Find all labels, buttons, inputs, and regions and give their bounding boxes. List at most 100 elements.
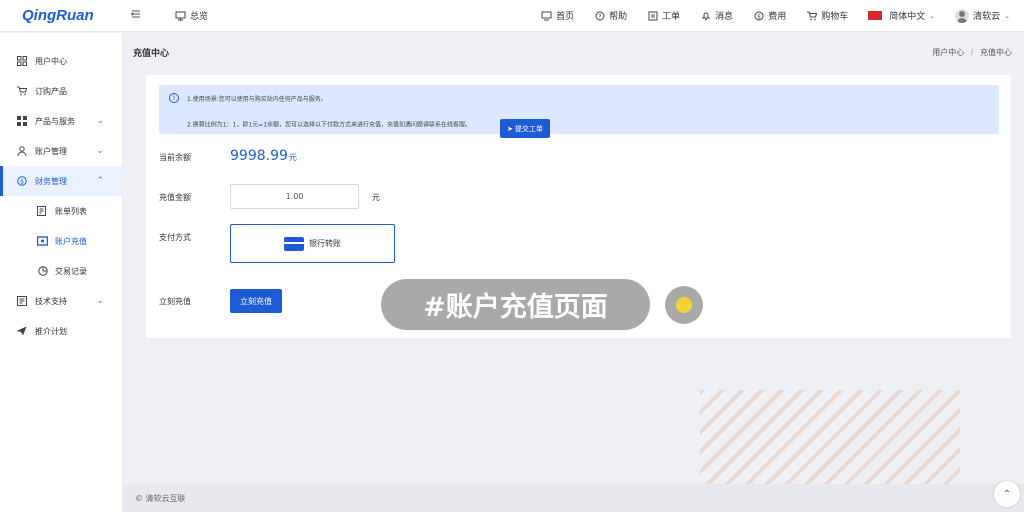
ticket-icon	[647, 10, 658, 21]
sidebar-item-label: 账户充值	[55, 236, 87, 246]
send-icon	[16, 326, 27, 337]
apps-icon	[16, 116, 27, 127]
nav-fees[interactable]: $ 费用	[753, 9, 786, 22]
grid-icon	[16, 56, 27, 67]
chevron-down-icon: ⌄	[96, 116, 104, 126]
svg-text:$: $	[757, 13, 761, 20]
overview-label: 总览	[190, 12, 209, 22]
overview-link[interactable]: 总览	[175, 9, 208, 22]
payment-method-label: 支付方式	[159, 233, 191, 242]
china-flag-icon	[868, 11, 883, 20]
sidebar-item-finance-management[interactable]: $ 财务管理 ⌃	[0, 166, 122, 196]
nav-cart[interactable]: 购物车	[806, 9, 848, 22]
payment-option-label: 银行转账	[309, 239, 341, 248]
bank-card-icon	[284, 236, 304, 251]
currency-icon: $	[16, 176, 27, 187]
cart-icon	[16, 86, 27, 97]
info-notice: i 1.使用场景:您可以使用与购买站内任何产品与服务。 2.换算比例为1：1，即…	[159, 85, 999, 138]
document-icon	[16, 296, 27, 307]
overlay-caption: #账户充值页面	[381, 279, 650, 330]
record-indicator	[665, 286, 703, 324]
breadcrumb-current: 充值中心	[980, 47, 1012, 57]
bill-icon	[37, 206, 48, 217]
bell-icon	[700, 10, 711, 21]
amount-label: 充值金额	[159, 193, 191, 202]
sidebar-item-products-services[interactable]: 产品与服务 ⌄	[0, 106, 122, 136]
sidebar-item-bill-list[interactable]: 账单列表	[0, 196, 122, 226]
avatar	[955, 8, 970, 23]
wallet-icon	[37, 236, 48, 247]
pie-chart-icon	[37, 266, 48, 277]
top-bar: QingRuan 总览 首页 ? 帮助 工单 消息 $ 费用 购物车 简体中文 …	[0, 0, 1024, 32]
breadcrumb: 用户中心 / 充值中心	[932, 47, 1012, 58]
currency-icon: $	[753, 10, 764, 21]
nav-home-label: 首页	[556, 12, 575, 22]
sidebar-item-label: 推介计划	[35, 326, 67, 336]
sidebar-item-label: 订购产品	[35, 86, 67, 96]
sidebar-item-account-recharge[interactable]: 账户充值	[0, 226, 122, 256]
sidebar-item-label: 技术支持	[35, 296, 67, 306]
sidebar-item-account-management[interactable]: 账户管理 ⌄	[0, 136, 122, 166]
submit-ticket-label: 提交工单	[514, 124, 543, 133]
notice-line-1: 1.使用场景:您可以使用与购买站内任何产品与服务。	[187, 96, 327, 103]
user-icon	[16, 146, 27, 157]
help-icon: ?	[594, 10, 605, 21]
payment-option-bank-transfer[interactable]: 银行转账	[230, 224, 395, 263]
footer: © 清软云互联	[123, 484, 1024, 512]
svg-text:?: ?	[598, 13, 601, 20]
cart-icon	[806, 10, 818, 21]
page-title: 充值中心	[133, 48, 170, 59]
sidebar-item-tech-support[interactable]: 技术支持 ⌄	[0, 286, 122, 316]
language-selector[interactable]: 简体中文 ⌄	[868, 9, 935, 22]
balance-unit: 元	[288, 153, 297, 162]
nav-ticket[interactable]: 工单	[647, 9, 680, 22]
nav-messages[interactable]: 消息	[700, 9, 733, 22]
sidebar-item-label: 产品与服务	[35, 116, 75, 126]
chevron-up-icon: ⌃	[1002, 488, 1012, 500]
nav-ticket-label: 工单	[662, 12, 681, 22]
submit-row-label: 立刻充值	[159, 297, 191, 306]
sidebar-item-label: 账单列表	[55, 206, 87, 216]
sidebar-item-label: 交易记录	[55, 266, 87, 276]
chevron-down-icon: ⌄	[96, 146, 104, 156]
sidebar-item-transactions[interactable]: 交易记录	[0, 256, 122, 286]
language-label: 简体中文	[889, 12, 926, 22]
back-to-top-button[interactable]: ⌃	[994, 481, 1020, 507]
monitor-icon	[175, 10, 186, 21]
chevron-up-icon: ⌃	[96, 176, 104, 186]
nav-help[interactable]: ? 帮助	[594, 9, 627, 22]
page-header: 充值中心 用户中心 / 充值中心	[123, 33, 1024, 71]
balance-value: 9998.99元	[230, 148, 297, 164]
submit-ticket-button[interactable]: ➤ 提交工单	[500, 119, 550, 138]
amount-unit: 元	[372, 193, 380, 202]
nav-cart-label: 购物车	[821, 12, 849, 22]
balance-label: 当前余额	[159, 153, 191, 162]
sidebar-item-user-center[interactable]: 用户中心	[0, 46, 122, 76]
monitor-icon	[541, 10, 552, 21]
info-icon: i	[169, 93, 179, 103]
notice-line-2: 2.换算比例为1：1，即1元=1余额，您可以选择以下付款方式来进行充值，充值如遇…	[187, 121, 472, 129]
chevron-down-icon: ⌄	[96, 296, 104, 306]
user-name: 清软云	[973, 12, 1001, 22]
copyright: © 清软云互联	[135, 493, 186, 503]
logo[interactable]: QingRuan	[0, 7, 123, 24]
user-menu[interactable]: 清软云 ⌄	[955, 8, 1010, 23]
sidebar-item-label: 财务管理	[35, 176, 67, 186]
recharge-now-button[interactable]: 立刻充值	[230, 289, 282, 313]
background-decoration	[700, 390, 960, 485]
nav-home[interactable]: 首页	[541, 9, 574, 22]
collapse-sidebar-icon[interactable]	[131, 9, 151, 22]
send-icon: ➤	[507, 124, 513, 133]
top-nav: 首页 ? 帮助 工单 消息 $ 费用 购物车 简体中文 ⌄ 清软云 ⌄	[541, 0, 1024, 31]
breadcrumb-user-center[interactable]: 用户中心	[932, 48, 964, 57]
sidebar-item-label: 用户中心	[35, 56, 67, 66]
recharge-amount-input[interactable]: 1.00	[230, 184, 359, 209]
chevron-down-icon: ⌄	[1004, 11, 1010, 20]
nav-help-label: 帮助	[609, 12, 628, 22]
balance-amount: 9998.99	[230, 148, 288, 164]
sidebar-item-referral[interactable]: 推介计划	[0, 316, 122, 346]
sidebar-item-order-products[interactable]: 订购产品	[0, 76, 122, 106]
svg-text:$: $	[20, 179, 24, 186]
sidebar-item-label: 账户管理	[35, 146, 67, 156]
nav-fees-label: 费用	[768, 12, 787, 22]
